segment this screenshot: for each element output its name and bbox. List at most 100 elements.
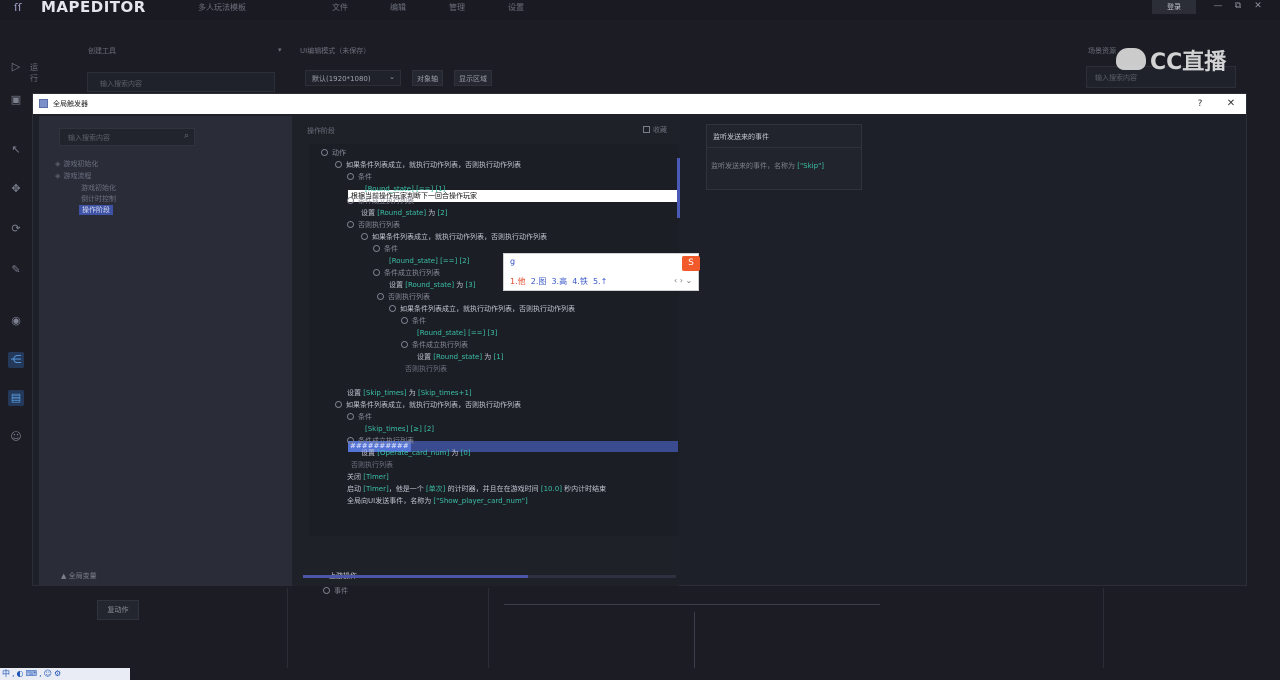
code-line[interactable]: 关闭 [Timer]	[347, 472, 389, 483]
code-line[interactable]: 条件	[373, 244, 398, 255]
ime-candidate-3[interactable]: 3.高	[551, 277, 567, 286]
edit-icon[interactable]: ✎	[8, 262, 24, 278]
trigger-search-placeholder: 输入搜索内容	[68, 134, 110, 142]
resolution-dropdown[interactable]: 默认(1920*1080) ⌄	[305, 70, 401, 86]
trigger-search-input[interactable]: 输入搜索内容 ⌕	[59, 128, 195, 146]
code-line[interactable]: 动作	[321, 148, 346, 159]
code-line[interactable]: 否则执行列表	[377, 292, 430, 303]
create-tools-title: 创建工具	[88, 47, 116, 55]
bottom-action-button[interactable]: 复动作	[97, 600, 139, 620]
code-line[interactable]: 条件成立执行列表	[401, 340, 468, 351]
ime-candidate-2[interactable]: 2.图	[531, 277, 547, 286]
code-line[interactable]: [Round_state] [==] [2]	[389, 256, 469, 267]
node-toggle-icon[interactable]	[347, 221, 354, 228]
move-icon[interactable]: ✥	[8, 181, 24, 197]
node-toggle-icon[interactable]	[335, 401, 342, 408]
event-listener-card[interactable]: 监听发送来的事件 监听发送来的事件，名称为 ["Skip"]	[706, 124, 862, 190]
ime-pager-icon[interactable]: ‹ › ⌄	[674, 276, 692, 285]
node-toggle-icon[interactable]	[373, 245, 380, 252]
code-line[interactable]: 条件	[347, 172, 372, 183]
object-axis-button[interactable]: 对象轴	[412, 70, 443, 86]
code-line[interactable]: 如果条件列表成立，就执行动作列表，否则执行动作列表	[335, 160, 521, 171]
save-icon[interactable]: ▣	[8, 92, 24, 108]
node-toggle-icon[interactable]	[347, 173, 354, 180]
code-line[interactable]: 否则执行列表	[347, 220, 400, 231]
search-icon[interactable]: ⌕	[184, 131, 189, 141]
close-icon[interactable]: ✕	[1224, 97, 1238, 111]
code-line[interactable]: 设置 [Round_state] 为 [3]	[389, 280, 475, 291]
node-toggle-icon[interactable]	[347, 413, 354, 420]
run-label: 运行	[30, 63, 38, 83]
pointer-icon[interactable]: ↖	[8, 142, 24, 158]
node-toggle-icon[interactable]	[373, 269, 380, 276]
horizontal-scrollbar-thumb[interactable]	[303, 575, 528, 578]
node-toggle-icon[interactable]	[389, 305, 396, 312]
tree-item-operation-phase[interactable]: 操作阶段	[79, 205, 113, 215]
ime-candidate-1[interactable]: 1.他	[510, 277, 526, 286]
code-line[interactable]: 否则执行列表	[405, 364, 447, 375]
code-line[interactable]: 条件成立执行列表	[347, 196, 414, 207]
upper-operation-event[interactable]: 事件	[323, 586, 348, 596]
node-toggle-icon[interactable]	[335, 161, 342, 168]
dialog-title: 全局触发器	[53, 100, 88, 108]
tree-item-game-init[interactable]: ◈ 游戏初始化	[55, 159, 98, 169]
node-toggle-icon[interactable]	[321, 149, 328, 156]
node-toggle-icon[interactable]	[401, 341, 408, 348]
tree-item-game-flow[interactable]: ◈ 游戏流程	[55, 171, 91, 181]
node-toggle-icon[interactable]	[377, 293, 384, 300]
play-icon[interactable]: ▷	[8, 59, 24, 75]
title-bar: ſſ MAPEDITOR 多人玩法模板 文件 编辑 管理 设置 登录 — ⧉ ✕	[0, 0, 1280, 20]
code-line[interactable]: [Round_state] [==] [3]	[417, 328, 497, 339]
ime-candidate-4[interactable]: 4.铁	[572, 277, 588, 286]
action-editor-panel: 操作阶段 收藏 根据当前操作玩家判断下一回合操作玩家 ########## 动作…	[293, 116, 679, 595]
collapse-icon[interactable]: ▾	[278, 46, 282, 54]
ime-candidate-5[interactable]: 5.↑	[593, 277, 607, 286]
node-toggle-icon[interactable]	[401, 317, 408, 324]
vertical-scrollbar[interactable]	[677, 158, 680, 218]
restore-icon[interactable]: ⧉	[1231, 0, 1245, 14]
ime-candidates[interactable]: 1.他 2.图 3.高 4.铁 5.↑	[510, 276, 607, 287]
menu-file[interactable]: 文件	[332, 2, 348, 13]
code-line[interactable]: 启动 [Timer]，他是一个 [单次] 的计时器，并且在在游戏时间 [10.0…	[347, 484, 606, 495]
rotate-icon[interactable]: ⟳	[8, 221, 24, 237]
menu-manage[interactable]: 管理	[449, 2, 465, 13]
code-line[interactable]: 条件成立执行列表	[373, 268, 440, 279]
code-line[interactable]: 设置 [Skip_times] 为 [Skip_times+1]	[347, 388, 472, 399]
code-line[interactable]: 设置 [Round_state] 为 [1]	[417, 352, 503, 363]
caret-up-icon: ▲	[61, 572, 67, 580]
node-toggle-icon[interactable]	[347, 197, 354, 204]
global-variables-toggle[interactable]: ▲ 全局变量	[61, 571, 97, 581]
ui-icon[interactable]: ▤	[8, 390, 24, 406]
code-line[interactable]: 否则执行列表	[351, 460, 393, 471]
help-icon[interactable]: ?	[1193, 97, 1207, 111]
show-area-button[interactable]: 显示区域	[454, 70, 492, 86]
code-line[interactable]: 如果条件列表成立，就执行动作列表，否则执行动作列表	[389, 304, 575, 315]
code-line[interactable]: 设置 [Round_state] 为 [2]	[361, 208, 447, 219]
robot-icon[interactable]: ☺	[8, 429, 24, 445]
login-button[interactable]: 登录	[1152, 0, 1196, 14]
share-icon[interactable]: ⋲	[8, 352, 24, 368]
create-search-input[interactable]: 输入搜索内容	[87, 72, 275, 92]
code-line[interactable]: 条件成立执行列表	[347, 436, 414, 447]
ime-candidate-popup[interactable]: g S 1.他 2.图 3.高 4.铁 5.↑ ‹ › ⌄	[503, 253, 700, 291]
code-line[interactable]: 条件	[347, 412, 372, 423]
favorite-checkbox[interactable]: 收藏	[643, 125, 667, 135]
action-code-area[interactable]: 根据当前操作玩家判断下一回合操作玩家 ########## 动作 如果条件列表成立…	[309, 144, 679, 536]
code-line[interactable]: 如果条件列表成立，就执行动作列表，否则执行动作列表	[361, 232, 547, 243]
code-line[interactable]: [Round_state] [==] [1]	[365, 184, 445, 195]
tree-item-countdown[interactable]: 倒计时控制	[81, 194, 116, 204]
layer-icon[interactable]: ◉	[8, 313, 24, 329]
resolution-value: 默认(1920*1080)	[312, 75, 371, 83]
code-line[interactable]: 条件	[401, 316, 426, 327]
close-window-icon[interactable]: ✕	[1251, 0, 1265, 14]
code-line[interactable]: 全局向UI发送事件，名称为 ["Show_player_card_num"]	[347, 496, 528, 507]
node-toggle-icon[interactable]	[347, 437, 354, 444]
menu-settings[interactable]: 设置	[508, 2, 524, 13]
minimize-icon[interactable]: —	[1211, 0, 1225, 14]
menu-edit[interactable]: 编辑	[390, 2, 406, 13]
tree-item-game-init-2[interactable]: 游戏初始化	[81, 183, 116, 193]
node-toggle-icon[interactable]	[361, 233, 368, 240]
code-line[interactable]: [Skip_times] [≥] [2]	[365, 424, 434, 435]
code-line[interactable]: 如果条件列表成立，就执行动作列表，否则执行动作列表	[335, 400, 521, 411]
code-line[interactable]: 设置 [Operate_card_num] 为 [0]	[361, 448, 471, 459]
